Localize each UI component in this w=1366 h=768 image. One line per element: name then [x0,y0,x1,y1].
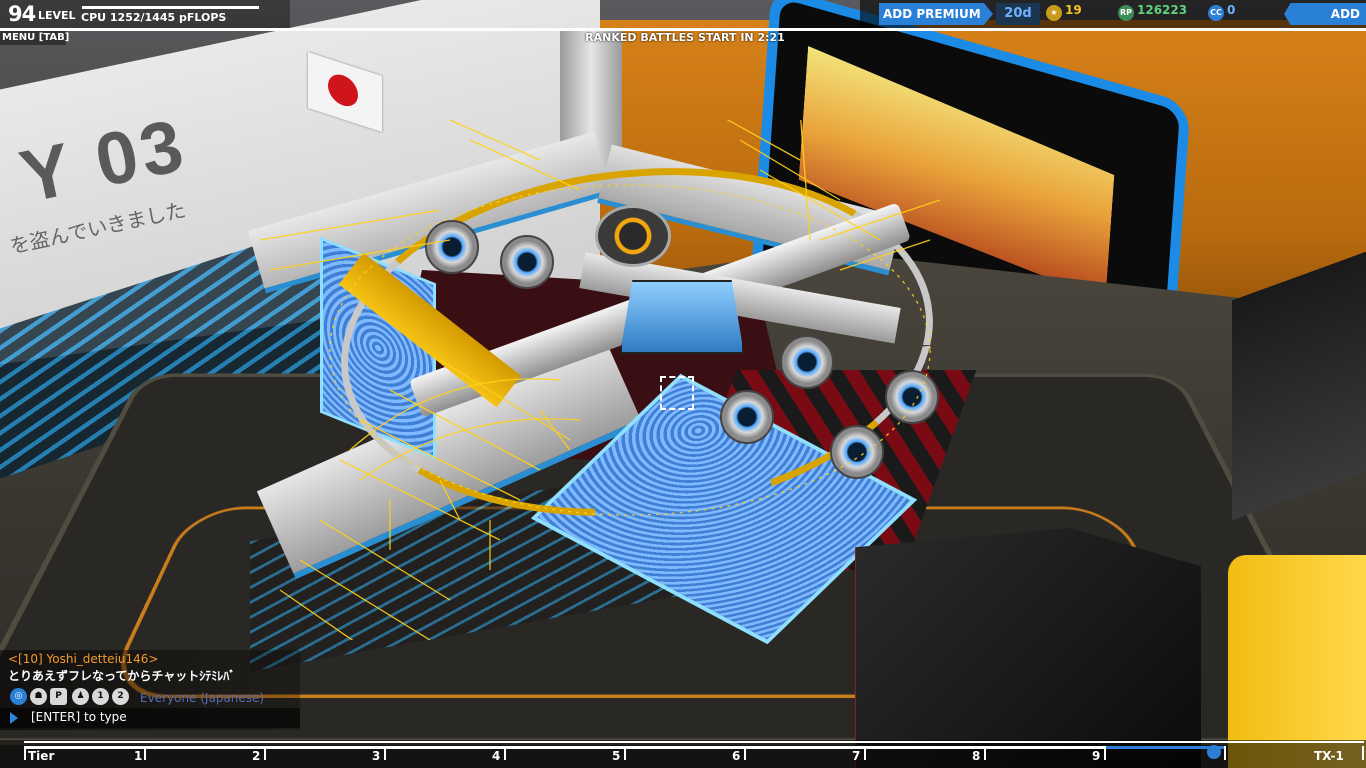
whisper-icon[interactable]: ♟ [72,688,89,705]
cc-icon: CC [1208,5,1224,21]
tier-tick [1224,746,1226,760]
tier-tick [264,746,266,760]
chat-message-sender[interactable]: <[10] Yoshi_detteiu146> [8,652,158,666]
globe-icon[interactable]: ◎ [10,688,27,705]
chat-message-text: とりあえずフレなってからチャットｼﾃﾐﾚﾊﾞ [8,669,236,683]
chat-channel-name: Everyone (Japanese) [140,691,265,705]
star-icon: ★ [1046,5,1062,21]
clan-icon[interactable]: ☗ [30,688,47,705]
tier-points-count: 19 [1065,3,1082,17]
crosshair-icon [660,376,694,410]
cpu-usage-text: CPU 1252/1445 pFLOPS [81,11,227,24]
robits-count: 126223 [1137,3,1188,17]
tier-label: TX-1 [1314,749,1344,763]
tier-label: 7 [852,749,861,763]
tier-label: 1 [134,749,143,763]
chevron-right-icon [10,712,18,724]
tier-tick [144,746,146,760]
cpu-usage-bar-remaining [259,6,286,9]
robot-helicopter[interactable] [240,120,977,645]
tier-tick [384,746,386,760]
tier-tick [624,746,626,760]
tier-label: 8 [972,749,981,763]
add-premium-button[interactable]: ADD PREMIUM [879,3,993,25]
tier-progress-bar [0,740,1366,768]
tier-progress-fill [24,746,1106,749]
foreground-cube [855,528,1201,768]
tier-label: 3 [372,749,381,763]
menu-button-label[interactable]: MENU [TAB] [2,32,69,43]
tier-current-marker [1207,745,1221,759]
premium-days-remaining: 20d [996,3,1040,25]
tier-label: 6 [732,749,741,763]
tier-label: 5 [612,749,621,763]
tier-bar-top-line [24,741,1364,743]
chat-input-hint[interactable]: [ENTER] to type [31,710,127,724]
rp-icon: RP [1118,5,1134,21]
foreground-yellow-block [1228,555,1366,768]
tier-tick [1362,746,1364,760]
group-two-button[interactable]: 2 [112,688,129,705]
cpu-usage-bar [82,6,259,9]
add-funds-button[interactable]: ADD FUNDS [1284,3,1366,25]
ranked-battles-timer: RANKED BATTLES START IN 2:21 [585,31,785,44]
tier-tick [984,746,986,760]
player-level-number: 94 [8,2,36,26]
player-level-label: LEVEL [38,9,76,22]
tier-tick [504,746,506,760]
party-channel-button[interactable]: P [50,688,67,705]
tier-tick [744,746,746,760]
tier-tick [864,746,866,760]
tier-label: 9 [1092,749,1101,763]
tier-label: 2 [252,749,261,763]
build-wireframe-overlay [259,120,941,640]
tier-label: Tier [28,749,55,763]
tier-label: 4 [492,749,501,763]
group-one-button[interactable]: 1 [92,688,109,705]
cosmetic-credits-count: 0 [1227,3,1236,17]
tier-tick [1104,746,1106,760]
tier-tick [24,746,26,760]
